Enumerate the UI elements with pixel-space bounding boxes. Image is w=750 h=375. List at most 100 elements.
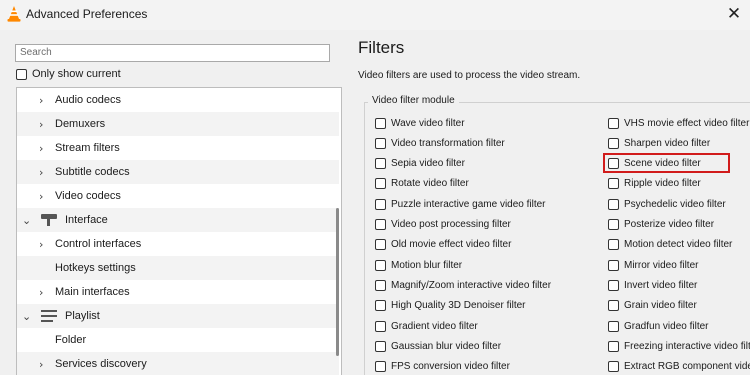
tree-item-video-codecs[interactable]: › Video codecs xyxy=(17,184,339,208)
filter-option[interactable]: Gradfun video filter xyxy=(608,319,709,333)
only-show-current-checkbox[interactable]: Only show current xyxy=(16,67,121,81)
tree-item-hotkeys-settings[interactable]: Hotkeys settings xyxy=(17,256,339,280)
tree-item-audio-codecs[interactable]: › Audio codecs xyxy=(17,88,339,112)
checkbox-icon[interactable] xyxy=(375,137,386,149)
tree-item-label: Playlist xyxy=(65,310,100,322)
filter-option-label: Gradfun video filter xyxy=(624,320,709,332)
checkbox-icon[interactable] xyxy=(375,117,386,129)
checkbox-icon[interactable] xyxy=(375,198,386,210)
filter-option[interactable]: Video transformation filter xyxy=(375,136,505,150)
tree-item-label: Stream filters xyxy=(55,142,120,154)
checkbox-icon[interactable] xyxy=(608,219,619,230)
tree-item-interface[interactable]: ⌄ Interface xyxy=(17,208,339,232)
checkbox-icon[interactable] xyxy=(608,198,619,210)
checkbox-icon[interactable] xyxy=(608,320,619,332)
tree-item-label: Video codecs xyxy=(55,190,121,202)
filter-option[interactable]: Gradient video filter xyxy=(375,319,478,333)
checkbox-icon[interactable] xyxy=(608,279,619,291)
chevron-down-icon[interactable]: ⌄ xyxy=(22,214,31,227)
chevron-right-icon[interactable]: › xyxy=(39,190,43,203)
tree-item-label: Audio codecs xyxy=(55,94,122,106)
tree-item-label: Hotkeys settings xyxy=(55,262,136,274)
checkbox-icon[interactable] xyxy=(375,259,386,271)
filter-option[interactable]: Psychedelic video filter xyxy=(608,197,726,211)
filter-option[interactable]: Motion detect video filter xyxy=(608,238,732,252)
filter-option[interactable]: VHS movie effect video filter xyxy=(608,116,749,130)
filter-option[interactable]: Freezing interactive video filte xyxy=(608,339,750,353)
title-bar: Advanced Preferences ✕ xyxy=(0,0,750,30)
filter-option[interactable]: Puzzle interactive game video filter xyxy=(375,197,546,211)
chevron-right-icon[interactable]: › xyxy=(39,286,43,299)
filter-option[interactable]: Mirror video filter xyxy=(608,258,698,272)
filter-option-label: Wave video filter xyxy=(391,117,465,129)
chevron-down-icon[interactable]: ⌄ xyxy=(22,310,31,323)
filter-option[interactable]: Rotate video filter xyxy=(375,177,469,191)
filter-option[interactable]: Invert video filter xyxy=(608,278,697,292)
page-description: Video filters are used to process the vi… xyxy=(358,70,581,81)
interface-icon xyxy=(41,214,57,226)
filter-option[interactable]: Ripple video filter xyxy=(608,177,701,191)
checkbox-icon[interactable] xyxy=(375,178,386,190)
checkbox-icon[interactable] xyxy=(608,117,619,129)
close-icon[interactable]: ✕ xyxy=(722,2,746,26)
filter-option[interactable]: Magnify/Zoom interactive video filter xyxy=(375,278,551,292)
category-tree[interactable]: › Audio codecs › Demuxers › Stream filte… xyxy=(16,87,342,375)
search-input[interactable]: Search xyxy=(15,44,330,62)
filter-option-label: Invert video filter xyxy=(624,279,698,291)
filter-option[interactable]: Old movie effect video filter xyxy=(375,238,511,252)
filter-option-label: VHS movie effect video filter xyxy=(624,117,750,129)
filter-option[interactable]: Extract RGB component video xyxy=(608,360,750,374)
checkbox-icon[interactable] xyxy=(375,239,386,251)
checkbox-icon[interactable] xyxy=(16,68,27,80)
checkbox-icon[interactable] xyxy=(375,320,386,332)
checkbox-icon[interactable] xyxy=(375,300,386,312)
tree-item-subtitle-codecs[interactable]: › Subtitle codecs xyxy=(17,160,339,184)
checkbox-icon[interactable] xyxy=(608,361,619,373)
tree-item-folder[interactable]: Folder xyxy=(17,328,339,352)
filter-option[interactable]: Video post processing filter xyxy=(375,218,511,232)
tree-item-demuxers[interactable]: › Demuxers xyxy=(17,112,339,136)
tree-scrollbar[interactable] xyxy=(336,208,339,356)
chevron-right-icon[interactable]: › xyxy=(39,166,43,179)
filter-option-label: Motion detect video filter xyxy=(624,239,733,251)
checkbox-icon[interactable] xyxy=(375,279,386,291)
tree-item-stream-filters[interactable]: › Stream filters xyxy=(17,136,339,160)
filter-option[interactable]: Motion blur filter xyxy=(375,258,462,272)
tree-item-main-interfaces[interactable]: › Main interfaces xyxy=(17,280,339,304)
checkbox-icon[interactable] xyxy=(375,219,386,230)
filter-option[interactable]: Gaussian blur video filter xyxy=(375,339,501,353)
tree-item-playlist[interactable]: ⌄ Playlist xyxy=(17,304,339,328)
filter-option[interactable]: Posterize video filter xyxy=(608,218,714,232)
filter-option-label: Sharpen video filter xyxy=(624,137,711,149)
filter-option-label: Sepia video filter xyxy=(391,158,465,170)
filter-option[interactable]: Wave video filter xyxy=(375,116,465,130)
chevron-right-icon[interactable]: › xyxy=(39,94,43,107)
tree-item-services-discovery[interactable]: › Services discovery xyxy=(17,352,339,375)
chevron-right-icon[interactable]: › xyxy=(39,118,43,131)
filter-option-label: Gradient video filter xyxy=(391,320,478,332)
checkbox-icon[interactable] xyxy=(608,178,619,190)
chevron-right-icon[interactable]: › xyxy=(39,142,43,155)
vlc-cone-icon xyxy=(7,6,21,22)
filter-option[interactable]: High Quality 3D Denoiser filter xyxy=(375,299,526,313)
filter-option-label: Old movie effect video filter xyxy=(391,239,512,251)
filter-option[interactable]: Sepia video filter xyxy=(375,157,465,171)
tree-item-label: Subtitle codecs xyxy=(55,166,130,178)
checkbox-icon[interactable] xyxy=(608,239,619,251)
filter-option-label: FPS conversion video filter xyxy=(391,361,510,373)
filter-option[interactable]: FPS conversion video filter xyxy=(375,360,510,374)
checkbox-icon[interactable] xyxy=(375,340,386,352)
checkbox-icon[interactable] xyxy=(608,137,619,149)
filter-option[interactable]: Sharpen video filter xyxy=(608,136,710,150)
filter-option-label: Freezing interactive video filte xyxy=(624,340,750,352)
checkbox-icon[interactable] xyxy=(375,361,386,373)
checkbox-icon[interactable] xyxy=(608,259,619,271)
tree-item-label: Control interfaces xyxy=(55,238,142,250)
chevron-right-icon[interactable]: › xyxy=(39,238,43,251)
tree-item-control-interfaces[interactable]: › Control interfaces xyxy=(17,232,339,256)
chevron-right-icon[interactable]: › xyxy=(39,358,43,371)
checkbox-icon[interactable] xyxy=(608,340,619,352)
filter-option[interactable]: Grain video filter xyxy=(608,299,697,313)
checkbox-icon[interactable] xyxy=(375,158,386,170)
checkbox-icon[interactable] xyxy=(608,300,619,312)
